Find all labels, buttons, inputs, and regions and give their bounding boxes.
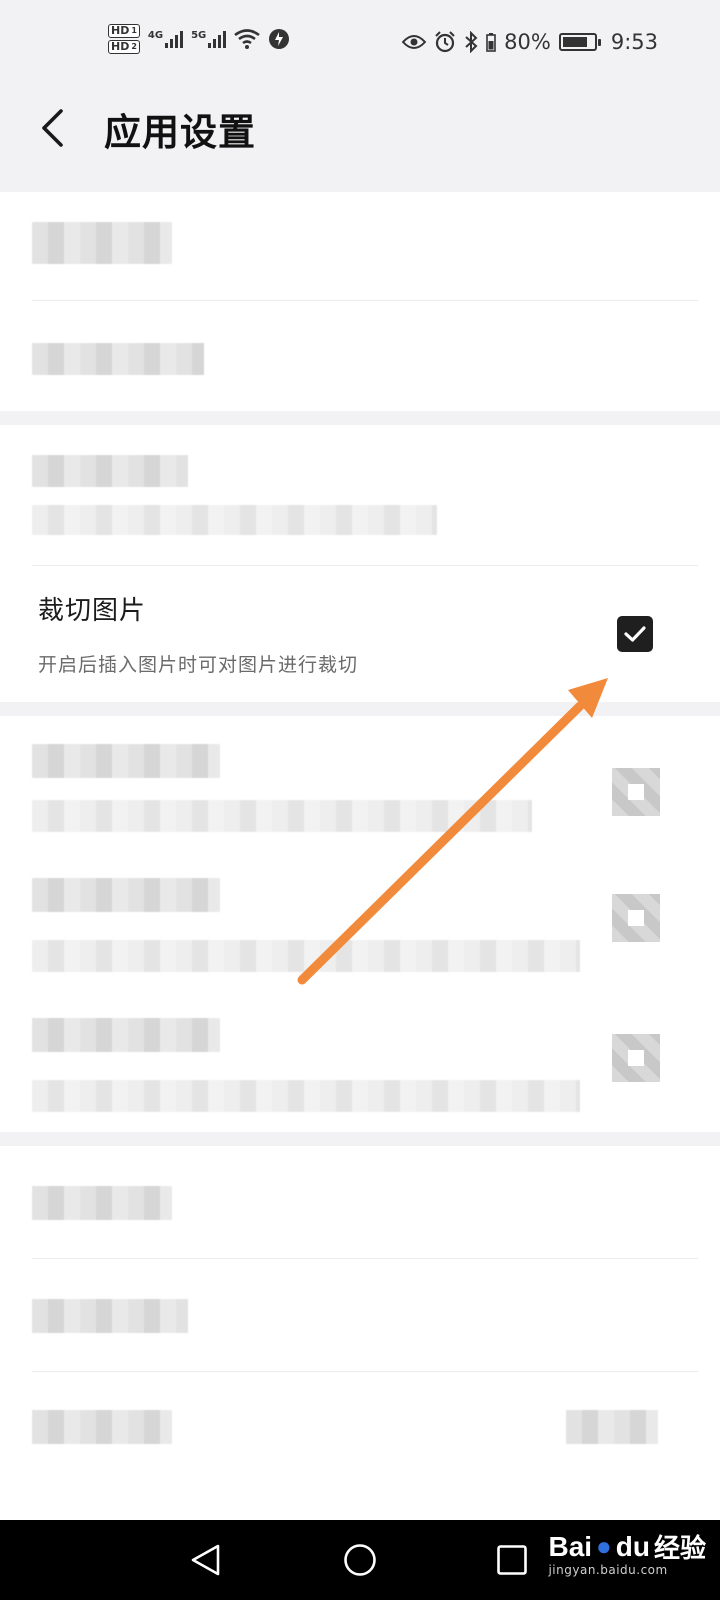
blurred-text <box>32 505 437 535</box>
hd2-badge: HD 2 <box>108 40 140 54</box>
blurred-checkbox[interactable] <box>612 894 660 942</box>
nav-home-button[interactable] <box>320 1520 400 1600</box>
paw-icon: ● <box>596 1531 612 1561</box>
home-circle-icon <box>344 1544 376 1576</box>
alarm-icon <box>435 31 455 53</box>
group-gap <box>0 1132 720 1146</box>
nav-back-button[interactable] <box>166 1520 246 1600</box>
setting-row-blurred-3[interactable] <box>0 425 720 565</box>
page-title: 应用设置 <box>104 111 256 154</box>
crop-checkbox[interactable] <box>617 616 653 652</box>
setting-row-blurred-5[interactable] <box>0 854 720 994</box>
blurred-text <box>32 878 220 912</box>
watermark-bai: Bai <box>548 1530 593 1562</box>
setting-row-blurred-2[interactable] <box>0 301 720 411</box>
signal-4g: 4G <box>147 30 184 48</box>
checkmark-icon <box>624 626 646 642</box>
status-left: HD 1 HD 2 4G 5G <box>108 24 290 54</box>
signal-icon <box>165 30 184 48</box>
blurred-text <box>32 455 188 487</box>
net-4g-label: 4G <box>147 30 164 41</box>
setting-row-blurred-9[interactable] <box>0 1372 720 1484</box>
chevron-left-icon <box>42 109 63 147</box>
eye-icon <box>402 35 427 49</box>
blurred-text <box>32 940 580 972</box>
status-right: 80% 9:53 <box>402 30 658 54</box>
clock: 9:53 <box>610 30 658 54</box>
back-triangle-icon <box>191 1544 220 1576</box>
battery-small-icon <box>486 33 496 52</box>
battery-fill <box>562 37 587 47</box>
blurred-text <box>32 1299 188 1333</box>
back-button[interactable] <box>30 106 74 150</box>
settings-list: 裁切图片 开启后插入图片时可对图片进行裁切 <box>0 192 720 1520</box>
blurred-value <box>566 1410 658 1444</box>
blurred-text <box>32 343 204 375</box>
blurred-text <box>32 1080 580 1112</box>
watermark-du: du <box>615 1530 650 1562</box>
setting-row-blurred-1[interactable] <box>0 192 720 300</box>
hd-indicators: HD 1 HD 2 <box>108 24 140 54</box>
setting-row-blurred-4[interactable] <box>0 716 720 854</box>
setting-row-blurred-6[interactable] <box>0 994 720 1132</box>
bluetooth-icon <box>465 31 478 53</box>
setting-row-blurred-7[interactable] <box>0 1146 720 1258</box>
setting-row-blurred-8[interactable] <box>0 1259 720 1371</box>
blurred-checkbox[interactable] <box>612 1034 660 1082</box>
blurred-text <box>32 744 220 778</box>
crop-image-setting[interactable]: 裁切图片 开启后插入图片时可对图片进行裁切 <box>0 566 720 702</box>
status-bar: HD 1 HD 2 4G 5G 80% 9:53 <box>0 0 720 92</box>
blurred-text <box>32 800 532 832</box>
nav-recents-button[interactable] <box>472 1520 552 1600</box>
wifi-icon <box>234 29 261 49</box>
data-saver-icon <box>269 29 290 49</box>
blurred-text <box>32 1410 172 1444</box>
signal-icon <box>208 30 227 48</box>
group-gap <box>0 411 720 425</box>
blurred-text <box>32 222 172 264</box>
blurred-text <box>32 1186 172 1220</box>
blurred-checkbox[interactable] <box>612 768 660 816</box>
signal-5g: 5G <box>191 30 227 48</box>
crop-setting-description: 开启后插入图片时可对图片进行裁切 <box>38 654 359 676</box>
blurred-text <box>32 1018 220 1052</box>
net-5g-label: 5G <box>191 30 207 41</box>
battery-percent: 80% <box>504 30 551 54</box>
hd1-badge: HD 1 <box>108 24 140 38</box>
baidu-jingyan-watermark: Bai ● du 经验 jingyan.baidu.com <box>548 1528 706 1578</box>
battery-icon <box>558 33 601 51</box>
group-gap <box>0 702 720 716</box>
watermark-jingyan: 经验 <box>653 1533 706 1563</box>
crop-setting-title: 裁切图片 <box>38 596 147 626</box>
system-nav-bar: Bai ● du 经验 jingyan.baidu.com <box>0 1520 720 1600</box>
app-header: 应用设置 <box>0 92 720 192</box>
recents-square-icon <box>497 1545 527 1575</box>
watermark-url: jingyan.baidu.com <box>548 1563 668 1577</box>
